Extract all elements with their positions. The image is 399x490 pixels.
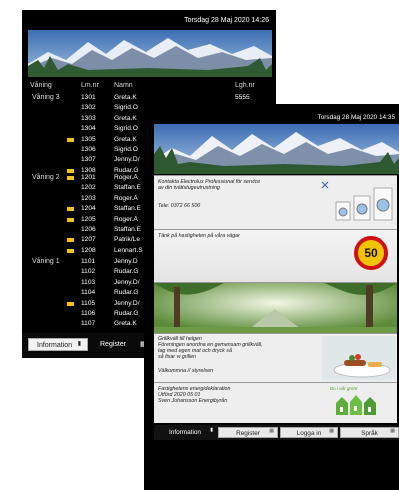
speed-notice-card[interactable]: Tänk på hastigheten på våra vägar 50 [154, 229, 397, 282]
information-tab-button[interactable]: Information ▮ [154, 427, 216, 438]
column-header-floor: Våning [30, 82, 52, 89]
login-button-label: Logga in [296, 430, 322, 437]
mail-flag-icon [67, 176, 74, 180]
apartment-number: 1307 [81, 156, 96, 164]
language-button-label: Språk [361, 430, 378, 437]
electrolux-line-2: av din tvättstugeutrustning [158, 185, 220, 191]
apartment-number: 1305 [81, 135, 96, 143]
mail-flag-icon [67, 168, 74, 173]
grill-evening-card[interactable]: Grillkväll till helgen Föreningen anordn… [154, 333, 397, 382]
apartment-number: 1203 [81, 194, 96, 202]
register-marker-icon: ▦ [269, 428, 274, 434]
floor-label: Våning 3 [32, 94, 60, 101]
apartment-number: 1106 [81, 310, 96, 317]
floor-label: Våning 2 [32, 174, 60, 181]
mail-flag-icon [67, 137, 74, 142]
apartment-phone: 5555 [235, 94, 250, 101]
register-button[interactable]: Register [100, 338, 126, 351]
forest-image-card [154, 282, 397, 333]
electrolux-phone: Tele: 0372 66 500 [158, 203, 201, 209]
mountain-banner-image [154, 124, 399, 174]
apartment-number: 1103 [81, 278, 96, 286]
apartment-number: 1102 [81, 268, 96, 276]
apartment-number: 1101 [81, 258, 96, 265]
information-button-label: Information [37, 342, 73, 349]
forest-road-image [154, 283, 397, 333]
grill-food-icon [322, 336, 396, 380]
apartment-number: 1302 [81, 104, 96, 112]
apartment-number: 1204 [81, 205, 96, 213]
register-button[interactable]: Register ▦ [218, 427, 278, 438]
column-header-lgh: Lgh.nr [235, 82, 255, 89]
info-marker-icon: ▮ [210, 427, 213, 433]
apartment-number: 1308 [81, 166, 96, 174]
information-screen: Torsdag 28 Maj 2020 14:35 Kontakta Elect… [144, 104, 399, 490]
resident-name: Greta.K [114, 94, 137, 101]
column-header-name: Namn [114, 82, 133, 89]
mail-flag-icon [67, 301, 74, 306]
register-button-label: Register [236, 430, 260, 437]
mail-flag-icon [67, 207, 74, 212]
directory-datetime: Torsdag 28 Maj 2020 14:26 [184, 17, 269, 24]
mail-flag-icon [67, 238, 74, 243]
apartment-number: 1208 [81, 246, 96, 254]
apartment-number: 1201 [81, 174, 96, 181]
information-tab-label: Information [169, 429, 201, 436]
info-marker-icon: ▮ [77, 341, 81, 347]
resident-row[interactable]: 1301 Greta.K 5555 [60, 94, 276, 104]
mail-flag-icon [67, 217, 74, 222]
apartment-number: 1304 [81, 125, 96, 133]
apartment-number: 1306 [81, 146, 96, 153]
apartment-number: 1206 [81, 226, 96, 233]
language-button[interactable]: Språk ▦ [340, 427, 399, 438]
information-bottom-bar: Information ▮ Register ▦ Logga in ▦ Språ… [154, 425, 399, 440]
apartment-number: 1202 [81, 184, 96, 192]
electrolux-service-card[interactable]: Kontakta Electrolux Professional för ser… [154, 175, 397, 229]
apartment-number: 1303 [81, 114, 96, 122]
information-button[interactable]: Information ▮ [28, 338, 88, 351]
speed-text: Tänk på hastigheten på våra vägar [158, 233, 240, 239]
information-datetime: Torsdag 28 Maj 2020 14:35 [317, 114, 395, 121]
grill-signature: Välkommna // styrelsen [158, 368, 214, 374]
login-marker-icon: ▦ [329, 428, 334, 434]
washing-machine-icon [321, 181, 393, 221]
apartment-number: 1105 [81, 299, 96, 307]
apartment-number: 1301 [81, 94, 96, 101]
floor-label: Våning 1 [32, 258, 60, 265]
green-houses-icon [336, 395, 376, 415]
energy-line-3: Sven Johansson Energibyrån [158, 398, 228, 404]
energy-logo-text: Bo i vår grönt [330, 386, 358, 391]
apartment-number: 1104 [81, 289, 96, 297]
language-marker-icon: ▦ [390, 428, 395, 434]
speed-limit-value: 50 [364, 246, 378, 260]
mail-flag-icon [67, 248, 74, 253]
apartment-number: 1205 [81, 215, 96, 223]
energy-declaration-card[interactable]: Fastighetens energideklaration Utförd 20… [154, 382, 397, 423]
grill-line-4: så fixar vi grillen [158, 354, 196, 360]
column-header-lm: Lm.nr [81, 82, 99, 89]
mountain-banner-image [28, 30, 272, 77]
apartment-number: 1207 [81, 236, 96, 244]
apartment-number: 1107 [81, 320, 96, 328]
login-button[interactable]: Logga in ▦ [280, 427, 338, 438]
